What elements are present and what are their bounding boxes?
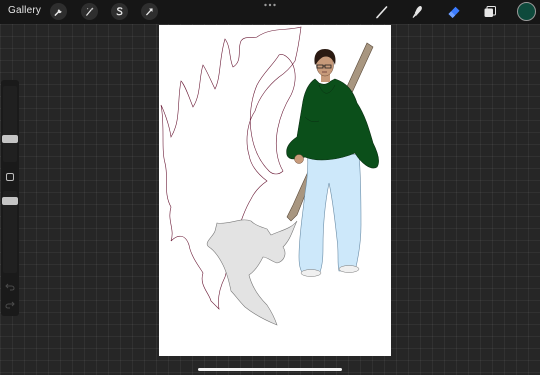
eraser-icon [448, 6, 460, 18]
left-shoe [300, 269, 322, 277]
opacity-thumb[interactable] [2, 197, 18, 205]
undo-icon[interactable] [5, 281, 15, 291]
home-indicator [198, 368, 342, 371]
brush-sidebar [1, 80, 19, 316]
magic-wand-icon [86, 7, 94, 16]
top-toolbar: Gallery [0, 0, 540, 24]
axe-blade [206, 219, 298, 326]
transform-button[interactable] [141, 3, 158, 20]
selection-button[interactable] [111, 3, 128, 20]
jeans [298, 148, 362, 276]
artwork [160, 26, 379, 326]
brush-size-thumb[interactable] [2, 135, 18, 143]
color-picker-swatch[interactable] [517, 2, 536, 21]
arrow-cursor-icon [146, 8, 153, 16]
hand [294, 154, 304, 164]
brush-size-slider[interactable] [3, 86, 17, 162]
more-options-icon[interactable] [263, 2, 277, 8]
right-shoe [338, 265, 360, 273]
smudge-icon [412, 5, 422, 18]
drawing-canvas[interactable] [159, 25, 391, 356]
brush-icon [376, 6, 388, 19]
eraser-tool-button[interactable] [444, 3, 464, 21]
redo-icon[interactable] [5, 299, 15, 309]
layers-button[interactable] [480, 3, 500, 21]
gallery-button[interactable]: Gallery [8, 5, 41, 16]
adjustments-button[interactable] [81, 3, 98, 20]
actions-button[interactable] [50, 3, 67, 20]
layers-icon [484, 6, 496, 17]
selection-s-icon [116, 7, 123, 16]
wrench-icon [54, 9, 62, 16]
modify-button[interactable] [6, 173, 14, 181]
smudge-tool-button[interactable] [408, 3, 428, 21]
brush-tool-button[interactable] [372, 3, 392, 21]
